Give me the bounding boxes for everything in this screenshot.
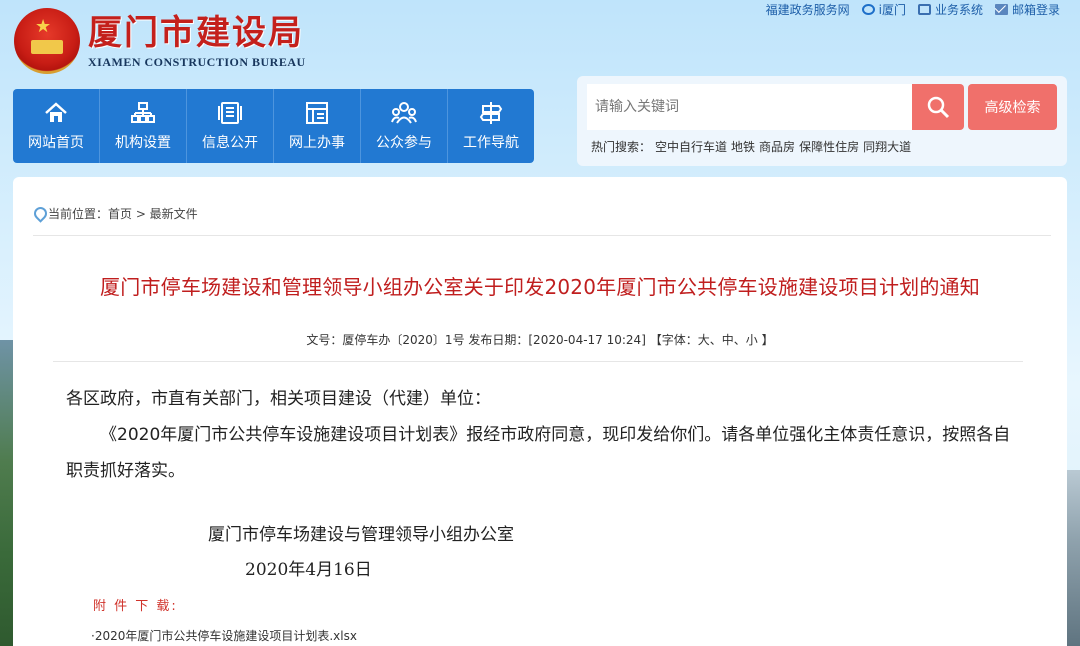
salutation: 各区政府，市直有关部门，相关项目建设（代建）单位： [66,389,491,409]
nav-item-info[interactable]: 信息公开 [187,89,274,163]
document-meta: 文号：厦停车办〔2020〕1号 发布日期：[2020-04-17 10:24] … [306,333,774,347]
nav-item-org[interactable]: 机构设置 [100,89,187,163]
nav-item-home[interactable]: 网站首页 [13,89,100,163]
signature: 厦门市停车场建设与管理领导小组办公室 [208,525,514,545]
signpost-icon [478,100,504,126]
hot-search-item[interactable]: 地铁 [731,138,755,155]
divider [53,361,1023,362]
nav-item-participation[interactable]: 公众参与 [361,89,448,163]
ie-icon [861,3,875,15]
search-panel: 高级检索 热门搜索： 空中自行车道 地铁 商品房 保障性住房 同翔大道 [577,76,1067,166]
attachment-download-link[interactable]: ·2020年厦门市公共停车设施建设项目计划表.xlsx [91,627,357,644]
font-size-small-link[interactable]: 小 [746,333,758,347]
nav-item-guide[interactable]: 工作导航 [448,89,534,163]
font-size-large-link[interactable]: 大 [698,333,710,347]
divider [33,235,1051,236]
content-panel: 当前位置：首页 > 最新文件 厦门市停车场建设和管理领导小组办公室关于印发202… [13,177,1067,646]
hot-search-item[interactable]: 空中自行车道 [655,138,727,155]
hot-search-item[interactable]: 保障性住房 [799,138,859,155]
location-pin-icon [33,207,44,221]
body-paragraph: 《2020年厦门市公共停车设施建设项目计划表》报经市政府同意，现印发给你们。请各… [66,425,1011,481]
search-input[interactable] [587,84,912,130]
nav-item-service[interactable]: 网上办事 [274,89,361,163]
monitor-icon [917,3,931,15]
advanced-search-button[interactable]: 高级检索 [968,84,1057,130]
main-nav: 网站首页 机构设置 信息公开 网上办事 公众参与 工作导航 [13,89,534,163]
info-icon [217,100,243,126]
national-emblem-icon [14,8,80,74]
people-icon [391,100,417,126]
business-system-link[interactable]: 业务系统 [917,1,983,18]
top-links-bar: 福建政务服务网 i厦门 业务系统 邮箱登录 [766,0,1060,18]
attachment-label: 附 件 下 载: [93,599,178,614]
mail-login-link[interactable]: 邮箱登录 [994,1,1060,18]
hot-search-item[interactable]: 商品房 [759,138,795,155]
ixiamen-link[interactable]: i厦门 [861,1,906,18]
breadcrumb: 当前位置：首页 > 最新文件 [33,205,198,222]
signature-date: 2020年4月16日 [245,560,372,580]
org-icon [130,100,156,126]
fujian-service-link[interactable]: 福建政务服务网 [766,1,850,18]
hot-search-item[interactable]: 同翔大道 [863,138,911,155]
document-title: 厦门市停车场建设和管理领导小组办公室关于印发2020年厦门市公共停车设施建设项目… [100,275,980,299]
site-logo[interactable]: 厦门市建设局 XIAMEN CONSTRUCTION BUREAU [14,8,306,74]
site-title-cn: 厦门市建设局 [88,12,304,53]
service-icon [304,100,330,126]
home-icon [43,100,69,126]
site-title-en: XIAMEN CONSTRUCTION BUREAU [88,54,306,69]
search-button[interactable] [912,84,964,130]
document-body: 各区政府，市直有关部门，相关项目建设（代建）单位： 《2020年厦门市公共停车设… [66,381,1027,489]
mail-icon [994,3,1008,15]
search-icon [927,96,950,119]
hot-searches: 热门搜索： 空中自行车道 地铁 商品房 保障性住房 同翔大道 [591,138,912,155]
font-size-medium-link[interactable]: 中 [722,333,734,347]
